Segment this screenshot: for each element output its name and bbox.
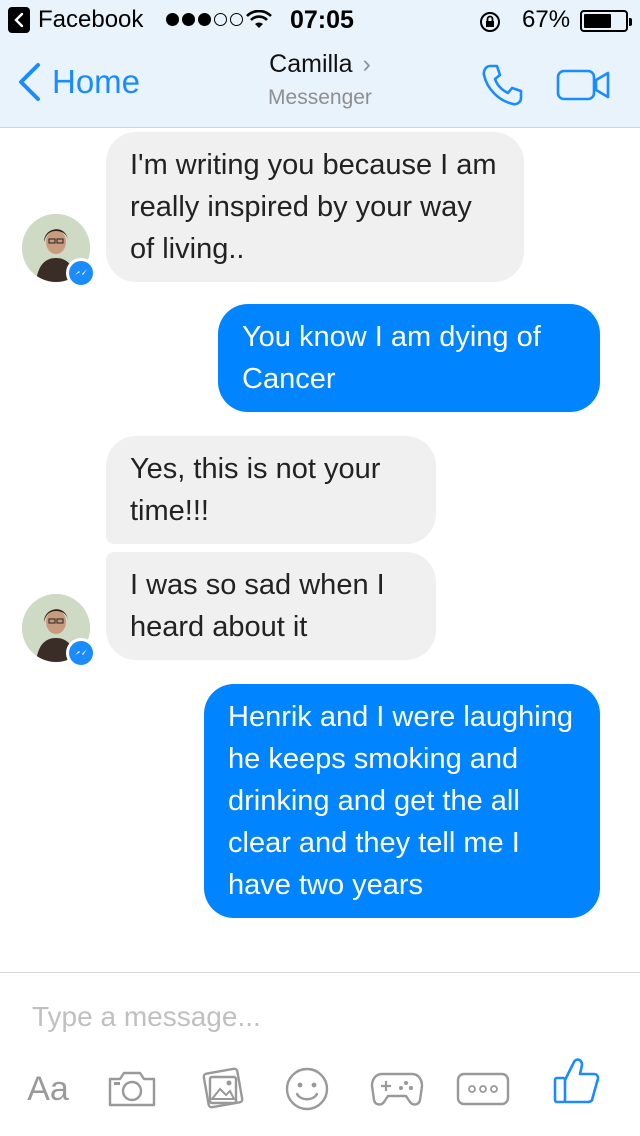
game-controller-icon[interactable] bbox=[370, 1065, 424, 1113]
back-to-app[interactable]: Facebook bbox=[8, 6, 143, 34]
camera-icon[interactable] bbox=[106, 1065, 158, 1113]
battery-percentage: 67% bbox=[522, 6, 571, 33]
back-arrow-icon bbox=[8, 7, 30, 33]
navigation-bar: Home Camilla › Messenger bbox=[0, 40, 640, 128]
rotation-lock-icon bbox=[478, 10, 502, 41]
conversation-subtitle: Messenger bbox=[268, 86, 372, 109]
more-icon[interactable] bbox=[456, 1065, 510, 1113]
status-time: 07:05 bbox=[290, 6, 354, 34]
signal-strength-icon bbox=[166, 13, 243, 26]
photo-icon[interactable] bbox=[198, 1065, 246, 1113]
messenger-badge-icon bbox=[66, 638, 96, 668]
outgoing-message: Henrik and I were laughing he keeps smok… bbox=[204, 684, 600, 918]
contact-name: Camilla bbox=[269, 50, 353, 78]
incoming-message: Yes, this is not your time!!! bbox=[106, 436, 436, 544]
wifi-icon bbox=[246, 9, 272, 37]
chevron-right-icon: › bbox=[362, 50, 371, 78]
back-app-label: Facebook bbox=[38, 6, 144, 33]
incoming-message: I was so sad when I heard about it bbox=[106, 552, 436, 660]
battery-icon bbox=[580, 10, 632, 32]
video-call-icon[interactable] bbox=[556, 68, 612, 107]
messenger-badge-icon bbox=[66, 258, 96, 288]
incoming-message: I'm writing you because I am really insp… bbox=[106, 132, 524, 282]
message-composer: Aa bbox=[0, 972, 640, 1136]
outgoing-message: You know I am dying of Cancer bbox=[218, 304, 600, 412]
like-icon[interactable] bbox=[552, 1057, 600, 1105]
message-input[interactable] bbox=[32, 1001, 602, 1033]
emoji-icon[interactable] bbox=[284, 1065, 330, 1113]
phone-call-icon[interactable] bbox=[480, 62, 526, 113]
status-bar: Facebook 07:05 67% bbox=[0, 0, 640, 40]
conversation-title[interactable]: Camilla › bbox=[0, 50, 640, 79]
text-icon[interactable]: Aa bbox=[18, 1065, 78, 1113]
